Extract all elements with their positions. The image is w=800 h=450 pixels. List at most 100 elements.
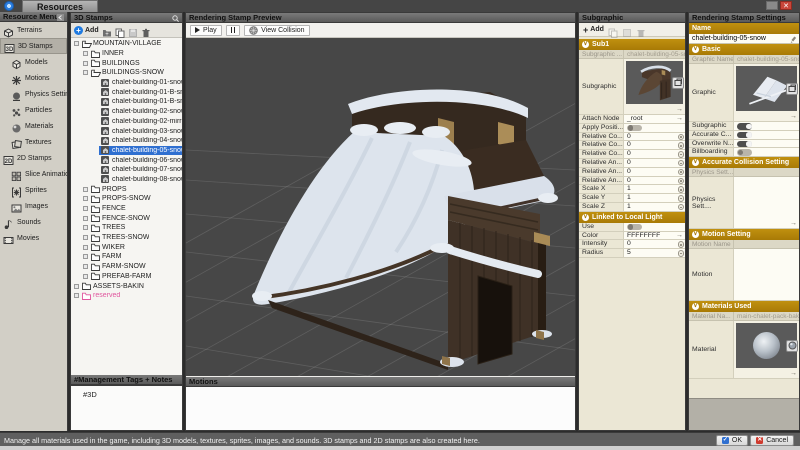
collapse-icon[interactable] [57,14,64,24]
motion-section-bar[interactable]: ∨Motion Setting [689,229,799,240]
tree-expander[interactable] [83,245,88,250]
reset-icon[interactable] [678,204,685,211]
save-icon[interactable] [622,25,632,35]
materials-section-bar[interactable]: ∨Materials Used [689,301,799,312]
tree-item-assets-bakin[interactable]: ASSETS-BAKIN [71,281,182,291]
property-value[interactable] [733,140,799,148]
delete-icon[interactable] [636,25,646,35]
tree-item-buildings-snow[interactable]: BUILDINGS-SNOW [71,68,182,78]
property-value[interactable]: 5 [623,249,685,257]
reset-icon[interactable] [678,250,685,257]
edit-pencil-icon[interactable] [790,36,797,45]
sidebar-item-physics-settings[interactable]: Physics Settings [0,86,67,102]
tree-item-mountain-village[interactable]: MOUNTAIN-VILLAGE [71,39,182,49]
reset-icon[interactable] [678,178,685,185]
new-folder-icon[interactable]: + [102,25,112,35]
open-detail-arrow[interactable]: → [790,370,797,377]
sidebar-item-sounds[interactable]: Sounds [0,214,67,230]
window-close-button[interactable]: ✕ [780,1,792,10]
sidebar-item-images[interactable]: Images [0,198,67,214]
tree-item-fence[interactable]: FENCE [71,204,182,214]
play-button[interactable]: Play [190,25,222,36]
sidebar-item-slice-animation[interactable]: Slice Animation [0,166,67,182]
sidebar-item-terrains[interactable]: Terrains [0,22,67,38]
sidebar-item-motions[interactable]: Motions [0,70,67,86]
sidebar-item-textures[interactable]: Textures [0,134,67,150]
material-sphere-icon[interactable] [786,340,798,352]
sidebar-item-materials[interactable]: Materials [0,118,67,134]
sub1-section-bar[interactable]: ∨Sub1 [579,39,685,50]
tags-body[interactable]: #3D [71,385,182,430]
reset-icon[interactable] [678,134,685,141]
tree-item-props-snow[interactable]: PROPS-SNOW [71,194,182,204]
tree-expander[interactable] [74,41,79,46]
tree-item-fence-snow[interactable]: FENCE-SNOW [71,213,182,223]
open-detail-arrow[interactable]: → [676,106,683,113]
sidebar-item-models[interactable]: Models [0,54,67,70]
stamp-name-field[interactable]: chalet-building-05-snow [689,34,799,44]
tree-item-wiker[interactable]: WIKER [71,242,182,252]
open-detail-arrow[interactable]: → [790,113,797,120]
property-value[interactable] [623,223,685,231]
sidebar-item-2d-stamps[interactable]: 2D2D Stamps [0,150,67,166]
tree-item-chalet-building-01-b-snow[interactable]: chalet-building-01-B-snow [71,97,182,107]
subgraphic-thumbnail[interactable]: → [623,59,685,114]
open-detail-arrow[interactable]: → [790,220,797,227]
property-value[interactable]: 0 [623,141,685,149]
tree-item-chalet-building-06-snow[interactable]: chalet-building-06-snow [71,155,182,165]
tree-expander[interactable] [83,206,88,211]
property-value[interactable] [733,122,799,130]
tree-item-buildings[interactable]: BUILDINGS [71,58,182,68]
tree-item-chalet-building-08-snow[interactable]: chalet-building-08-snow [71,175,182,185]
tree-expander[interactable] [83,216,88,221]
property-value[interactable]: 0 [623,159,685,167]
reset-icon[interactable] [678,160,685,167]
tree-expander[interactable] [83,235,88,240]
tree-item-farm[interactable]: FARM [71,252,182,262]
toggle-switch[interactable] [737,149,752,156]
property-value[interactable] [733,148,799,156]
tree-expander[interactable] [83,70,88,75]
property-value[interactable]: FFFFFFFF→ [623,232,685,240]
reset-icon[interactable] [678,195,685,202]
local-light-section-bar[interactable]: ∨Linked to Local Light [579,212,685,223]
reset-icon[interactable] [678,151,685,158]
reset-icon[interactable] [678,186,685,193]
motions-body[interactable] [186,387,575,430]
add-subgraphic-button[interactable]: +Add [583,25,604,35]
property-value[interactable]: 0 [623,150,685,158]
tree-expander[interactable] [74,284,79,289]
open-detail-arrow[interactable]: → [676,232,683,240]
duplicate-icon[interactable] [115,25,125,35]
tree-item-prefab-farm[interactable]: PREFAB-FARM [71,272,182,282]
property-value[interactable]: 0 [623,240,685,248]
tree-item-props[interactable]: PROPS [71,184,182,194]
reset-icon[interactable] [678,241,685,248]
tree-expander[interactable] [83,61,88,66]
tree-item-chalet-building-04-snow[interactable]: chalet-building-04-snow [71,136,182,146]
physics-value[interactable]: → [733,177,799,228]
tree-expander[interactable] [83,51,88,56]
tree-item-trees-snow[interactable]: TREES-SNOW [71,233,182,243]
sidebar-item-3d-stamps[interactable]: 3D3D Stamps [0,38,67,54]
property-value[interactable] [623,124,685,132]
tree-expander[interactable] [74,293,79,298]
basic-section-bar[interactable]: ∨Basic [689,44,799,55]
tree-item-trees[interactable]: TREES [71,223,182,233]
view-collision-button[interactable]: View Collision [244,25,309,36]
tree-item-chalet-building-07-snow[interactable]: chalet-building-07-snow [71,165,182,175]
tree-expander[interactable] [83,196,88,201]
collision-section-bar[interactable]: ∨Accurate Collision Setting [689,157,799,168]
tree-item-chalet-building-01-snow[interactable]: chalet-building-01-snow [71,78,182,88]
tree-expander[interactable] [83,225,88,230]
tree-expander[interactable] [83,187,88,192]
open-detail-arrow[interactable]: → [676,115,683,123]
property-value[interactable]: 0 [623,133,685,141]
property-value[interactable]: _root→ [623,115,685,123]
preview-viewport[interactable] [186,38,575,376]
sidebar-item-particles[interactable]: Particles [0,102,67,118]
sidebar-item-sprites[interactable]: Sprites [0,182,67,198]
tree-item-chalet-building-05-snow[interactable]: chalet-building-05-snow [71,146,182,156]
tree-expander[interactable] [83,274,88,279]
tree-expander[interactable] [83,264,88,269]
